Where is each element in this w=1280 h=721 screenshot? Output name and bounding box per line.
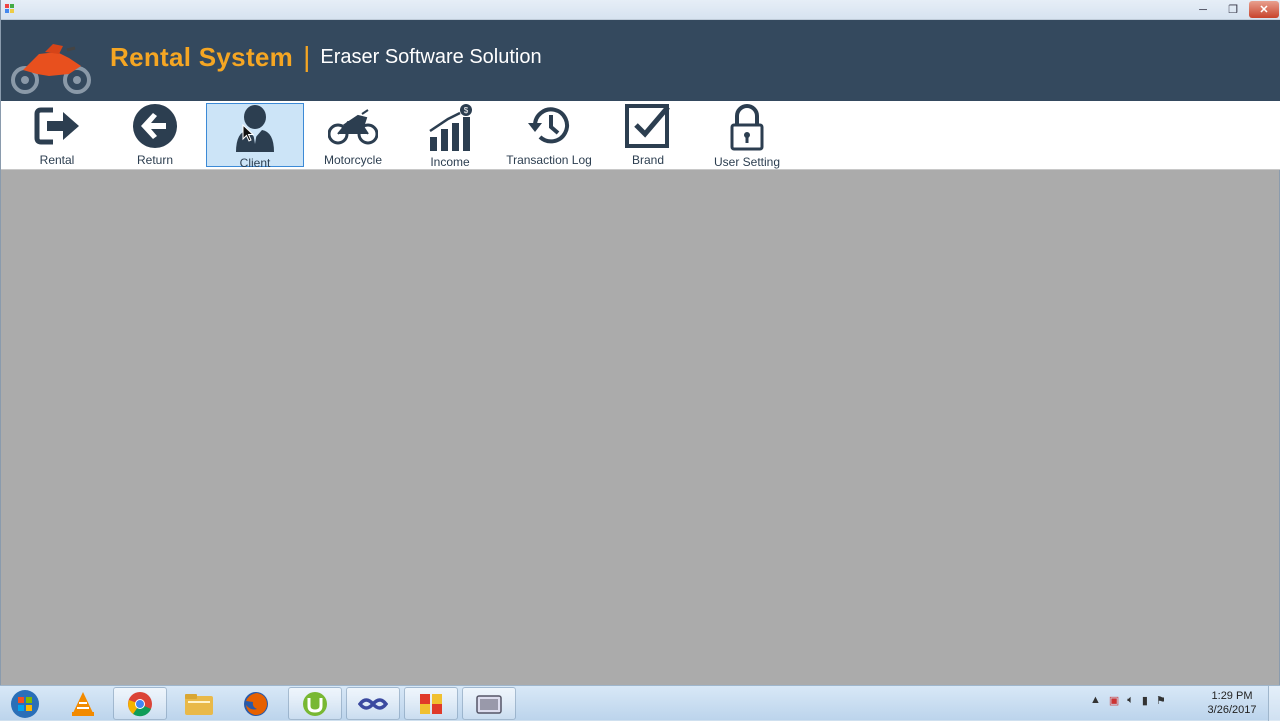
minimize-button[interactable]: ─	[1189, 1, 1217, 18]
taskbar-firefox-button[interactable]	[229, 687, 283, 720]
toolbar-label: Motorcycle	[323, 153, 382, 167]
toolbar-label: User Setting	[713, 155, 781, 169]
close-button[interactable]: ✕	[1249, 1, 1279, 18]
toolbar-label: Rental	[39, 153, 75, 167]
checkbox-icon	[625, 104, 670, 148]
padlock-icon	[730, 104, 764, 151]
show-hidden-icons-icon[interactable]: ▲	[1090, 694, 1101, 707]
mouse-cursor-icon	[242, 124, 254, 142]
taskbar-app-button[interactable]	[404, 687, 458, 720]
utorrent-icon	[303, 691, 327, 716]
action-center-flag-icon[interactable]: ⚑	[1156, 694, 1166, 707]
main-toolbar: Rental Return Client Motorcycle $ Income…	[1, 101, 1280, 170]
title-separator: |	[303, 41, 311, 72]
taskbar-clock[interactable]: 1:29 PM 3/26/2017	[1200, 689, 1264, 717]
taskbar: ▲ ▣ 🔈︎ ▮ ⚑ 1:29 PM 3/26/2017	[0, 685, 1280, 721]
firefox-icon	[244, 691, 268, 716]
volume-icon[interactable]: 🔈︎	[1127, 694, 1134, 707]
company-name: Eraser Software Solution	[320, 45, 542, 68]
vlc-icon	[72, 691, 94, 716]
clock-date: 3/26/2017	[1207, 704, 1257, 716]
app-name: Rental System	[110, 41, 294, 72]
windows-logo-icon	[11, 689, 39, 718]
motorcycle-logo-icon	[11, 44, 91, 94]
bar-chart-dollar-icon: $	[429, 104, 472, 151]
toolbar-transaction-log-button[interactable]: Transaction Log	[499, 103, 599, 167]
taskbar-explorer-button[interactable]	[172, 687, 226, 720]
taskbar-utorrent-button[interactable]	[288, 687, 342, 720]
toolbar-brand-button[interactable]: Brand	[598, 103, 698, 167]
user-icon	[236, 105, 274, 152]
title-bar[interactable]: ─ ❐ ✕	[1, 0, 1280, 20]
brand-title: Rental System | Eraser Software Solution	[110, 41, 542, 73]
toolbar-return-button[interactable]: Return	[105, 103, 205, 167]
main-content-area	[2, 170, 1279, 680]
toolbar-income-button[interactable]: $ Income	[400, 103, 500, 169]
visual-studio-icon	[358, 697, 388, 710]
toolbar-label: Transaction Log	[506, 153, 592, 167]
system-tray: ▲ ▣ 🔈︎ ▮ ⚑	[1090, 694, 1166, 707]
toolbar-label: Brand	[631, 153, 665, 167]
app-window: ─ ❐ ✕ Rental System | Eraser Software So…	[0, 0, 1280, 685]
back-arrow-circle-icon	[133, 104, 177, 148]
start-button[interactable]	[6, 687, 44, 720]
app-header: Rental System | Eraser Software Solution	[1, 20, 1280, 101]
taskbar-visual-studio-button[interactable]	[346, 687, 400, 720]
app-icon	[5, 4, 14, 13]
taskbar-chrome-button[interactable]	[113, 687, 167, 720]
toolbar-motorcycle-button[interactable]: Motorcycle	[303, 103, 403, 167]
file-explorer-icon	[185, 693, 213, 715]
network-icon[interactable]: ▮	[1142, 694, 1148, 707]
toolbar-label: Return	[136, 153, 174, 167]
taskbar-vlc-button[interactable]	[56, 687, 110, 720]
motorcycle-icon	[328, 109, 378, 145]
svg-text:$: $	[464, 106, 469, 115]
sign-out-arrow-icon	[34, 107, 79, 145]
history-clock-icon	[528, 107, 569, 144]
maximize-button[interactable]: ❐	[1219, 1, 1247, 18]
show-desktop-button[interactable]	[1268, 686, 1280, 721]
video-recorder-icon	[476, 694, 502, 714]
taskbar-recorder-button[interactable]	[462, 687, 516, 720]
app-window-icon	[420, 693, 442, 714]
chrome-icon	[128, 691, 152, 716]
toolbar-user-setting-button[interactable]: User Setting	[697, 103, 797, 169]
toolbar-client-button[interactable]: Client	[206, 103, 304, 170]
clock-time: 1:29 PM	[1211, 690, 1253, 702]
toolbar-label: Client	[239, 156, 271, 170]
antivirus-icon[interactable]: ▣	[1109, 694, 1119, 707]
toolbar-label: Income	[430, 155, 470, 169]
toolbar-rental-button[interactable]: Rental	[7, 103, 107, 167]
